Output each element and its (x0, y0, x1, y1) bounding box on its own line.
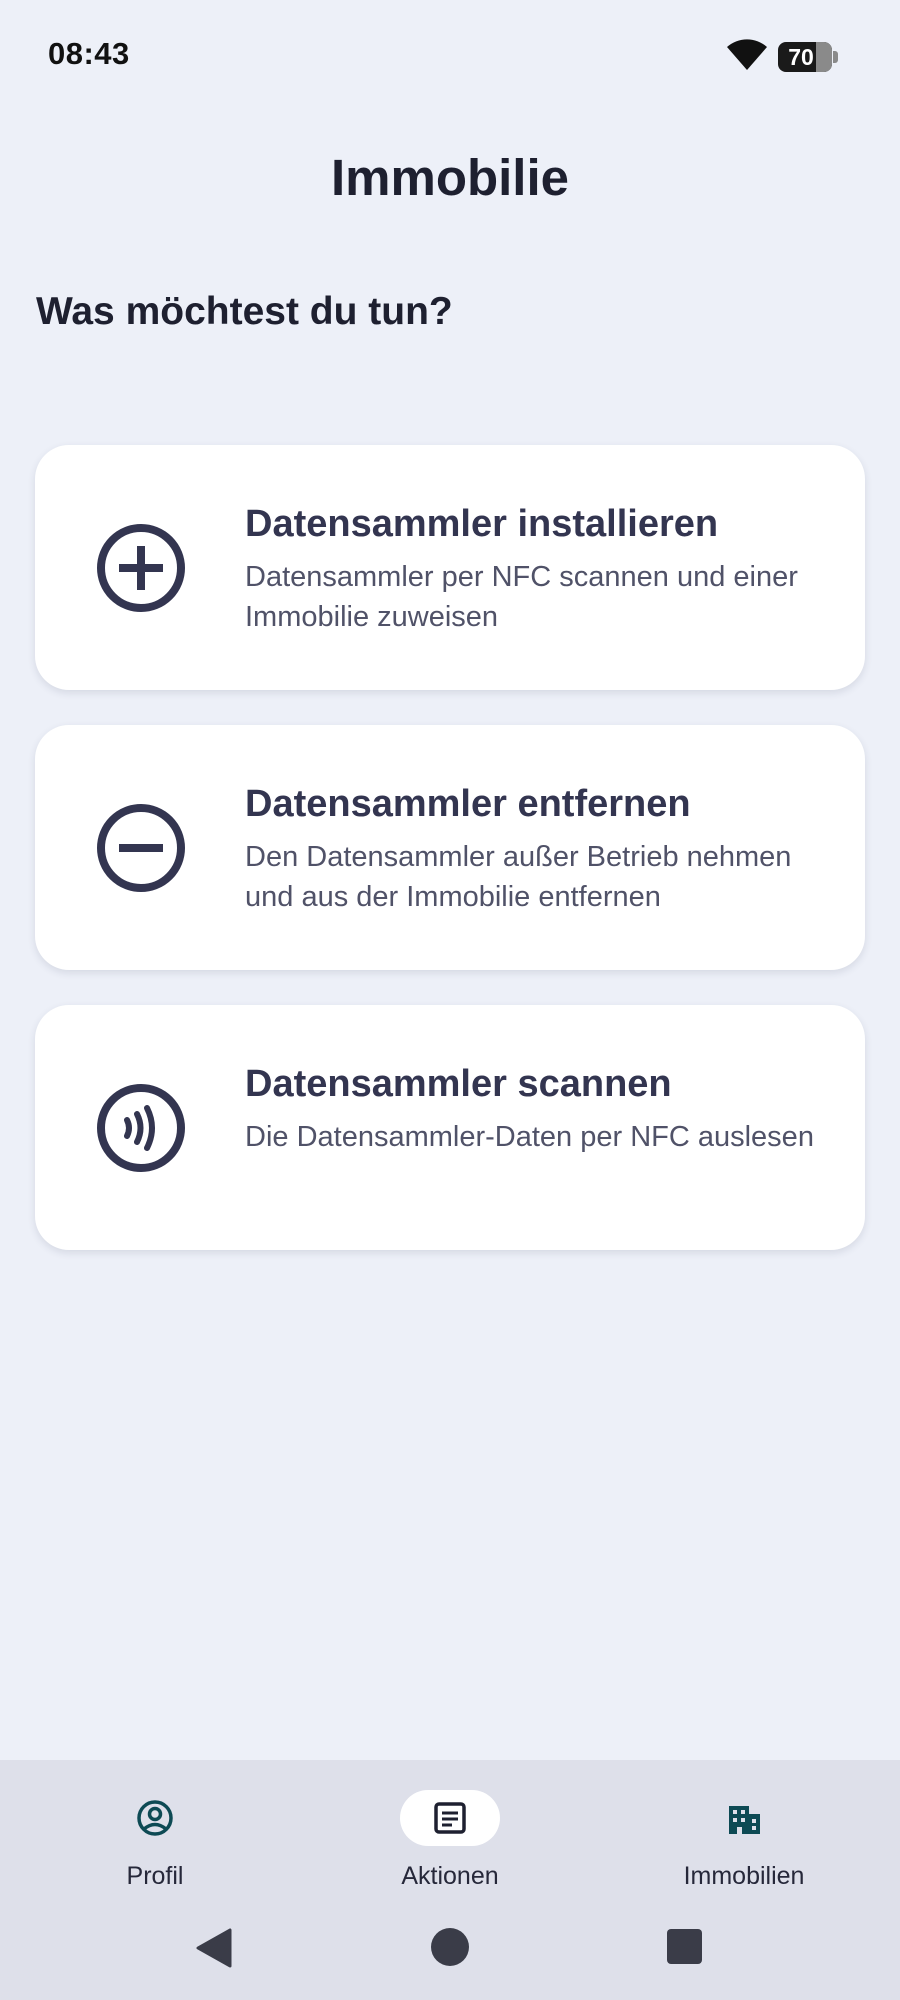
card-description: Den Datensammler außer Betrieb nehmen un… (245, 841, 792, 913)
nav-label: Immobilien (683, 1862, 805, 1890)
account-circle-icon (137, 1800, 173, 1836)
apartment-icon (729, 1806, 760, 1834)
bottom-navigation: Profil Aktionen Immobilien (0, 1760, 900, 2000)
card-title: Datensammler installieren (245, 503, 719, 545)
page-title: Immobilie (330, 149, 570, 206)
system-back-button[interactable] (196, 1928, 232, 1968)
nav-item-immobilien[interactable]: Immobilien (614, 1790, 874, 1900)
battery-icon: 70 (778, 42, 838, 72)
add-circle-icon (97, 524, 185, 612)
nav-label: Aktionen (401, 1862, 499, 1890)
card-title: Datensammler entfernen (245, 783, 691, 825)
system-recents-button[interactable] (667, 1929, 702, 1964)
remove-circle-icon (97, 804, 185, 892)
article-icon (434, 1802, 466, 1834)
system-home-button[interactable] (431, 1928, 469, 1966)
contactless-icon (97, 1084, 185, 1172)
nav-item-aktionen[interactable]: Aktionen (320, 1790, 580, 1900)
status-time: 08:43 (48, 36, 130, 71)
nav-label: Profil (126, 1862, 184, 1890)
screen: 08:43 70 Immobilie Was möchtest du tun? … (0, 0, 900, 2000)
install-collector-card[interactable]: Datensammler installieren Datensammler p… (35, 445, 865, 690)
status-bar: 08:43 70 (0, 0, 900, 110)
scan-collector-card[interactable]: Datensammler scannen Die Datensammler-Da… (35, 1005, 865, 1250)
card-title: Datensammler scannen (245, 1063, 672, 1105)
nav-item-profil[interactable]: Profil (25, 1790, 285, 1900)
remove-collector-card[interactable]: Datensammler entfernen Den Datensammler … (35, 725, 865, 970)
wifi-icon (727, 39, 767, 70)
card-description: Datensammler per NFC scannen und einer I… (245, 561, 798, 633)
card-description: Die Datensammler-Daten per NFC auslesen (245, 1121, 814, 1153)
battery-percent: 70 (788, 44, 814, 70)
prompt-heading: Was möchtest du tun? (36, 290, 453, 333)
